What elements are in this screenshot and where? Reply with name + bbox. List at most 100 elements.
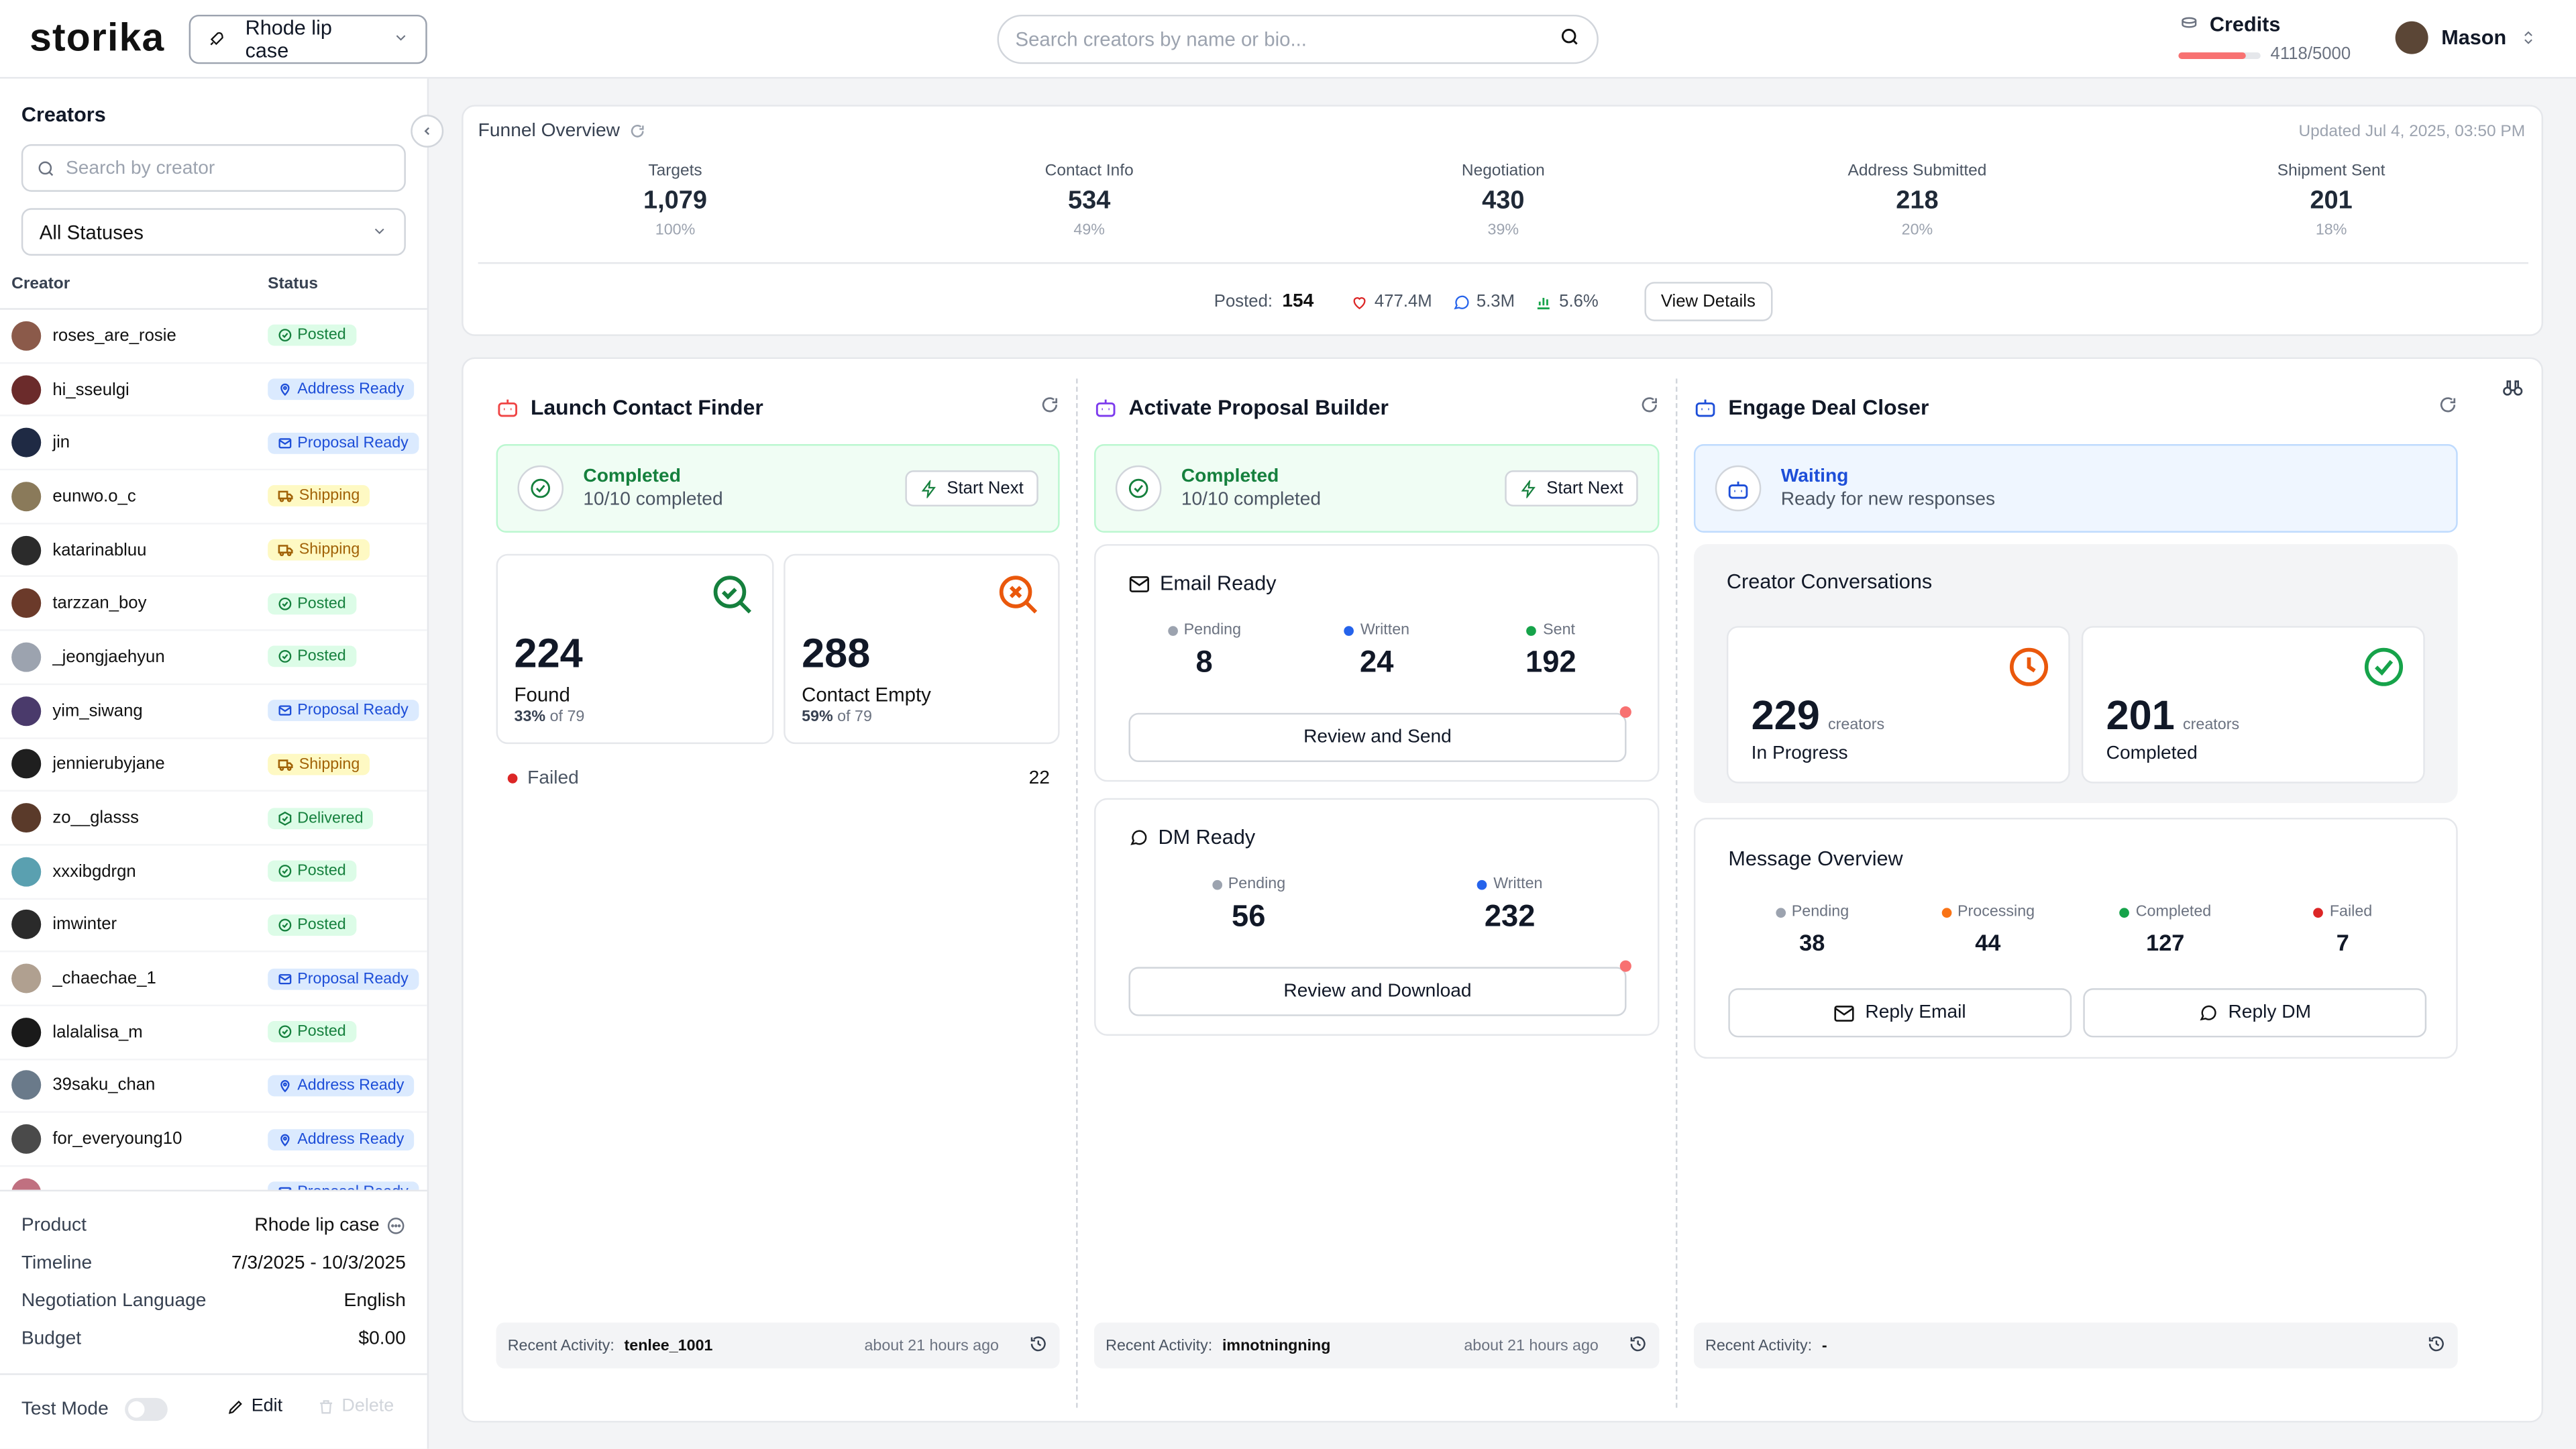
more-circle-icon[interactable]	[386, 1216, 406, 1236]
creator-avatar	[11, 482, 42, 511]
dm-ready-title: DM Ready	[1128, 826, 1255, 849]
rocket-icon	[210, 32, 223, 46]
creator-row[interactable]: _jeongjaehyun Posted	[0, 631, 427, 685]
creator-row[interactable]: lalalalisa_m Posted	[0, 1006, 427, 1060]
creator-row[interactable]: jin Proposal Ready	[0, 417, 427, 471]
contact-empty-card[interactable]: 288 Contact Empty 59% of 79	[784, 553, 1060, 745]
sidebar-title: Creators	[21, 103, 106, 127]
completed-count: 201 creators	[2106, 693, 2239, 741]
review-and-download-button[interactable]: Review and Download	[1128, 967, 1627, 1016]
creator-avatar	[11, 857, 42, 886]
funnel-stage[interactable]: Targets 1,079 100%	[544, 162, 807, 239]
info-label: Budget	[21, 1329, 82, 1349]
workflow-board: Launch Contact Finder Completed 10/10 com…	[462, 357, 2544, 1423]
sidebar-search-input[interactable]: Search by creator	[21, 144, 406, 192]
funnel-stage[interactable]: Negotiation 430 39%	[1372, 162, 1635, 239]
failed-row[interactable]: Failed 22	[507, 769, 1050, 788]
chevron-left-icon	[424, 127, 430, 136]
edit-button[interactable]: Edit	[227, 1396, 282, 1416]
status-subtitle: 10/10 completed	[1181, 490, 1322, 510]
in-progress-label: In Progress	[1751, 744, 1848, 764]
refresh-icon[interactable]	[1640, 394, 1659, 419]
column-header-status[interactable]: Status	[268, 275, 318, 293]
start-next-label: Start Next	[1546, 478, 1623, 498]
email-pending: Pending 8	[1122, 621, 1287, 680]
search-icon[interactable]	[1559, 26, 1580, 52]
creator-row[interactable]: eunwo.o_c Shipping	[0, 470, 427, 525]
pending-dot	[1212, 879, 1222, 890]
status-title: Completed	[583, 467, 681, 487]
creator-row[interactable]: tarzzan_boy Posted	[0, 578, 427, 631]
user-menu[interactable]: Mason	[2395, 21, 2536, 54]
reply-email-button[interactable]: Reply Email	[1728, 988, 2072, 1038]
refresh-icon[interactable]	[2438, 394, 2457, 419]
start-next-button[interactable]: Start Next	[1505, 470, 1638, 506]
info-value: 7/3/2025 - 10/3/2025	[231, 1253, 406, 1274]
test-mode-toggle[interactable]	[125, 1397, 168, 1421]
reply-dm-button[interactable]: Reply DM	[2083, 988, 2427, 1038]
creator-row[interactable]: yim_siwang Proposal Ready	[0, 685, 427, 739]
review-and-send-button[interactable]: Review and Send	[1128, 712, 1627, 762]
history-icon[interactable]	[1628, 1333, 1648, 1358]
status-text: Proposal Ready	[297, 433, 409, 452]
storika-logo[interactable]: storika	[30, 16, 164, 62]
msg-processing: Processing 44	[1914, 903, 2061, 955]
recent-activity: Recent Activity: -	[1693, 1322, 2458, 1368]
history-icon[interactable]	[1028, 1333, 1048, 1358]
creator-name: jin	[52, 433, 70, 453]
status-title: Waiting	[1780, 467, 1849, 487]
funnel-stage[interactable]: Contact Info 534 49%	[958, 162, 1221, 239]
view-details-button[interactable]: View Details	[1644, 282, 1772, 321]
creator-row[interactable]: xxxibgdrgn Posted	[0, 845, 427, 900]
activity-time: about 21 hours ago	[864, 1336, 999, 1355]
info-label: Product	[21, 1216, 87, 1236]
start-next-button[interactable]: Start Next	[906, 470, 1038, 506]
status-badge: Address Ready	[268, 1128, 415, 1150]
campaign-name: Rhode lip case	[245, 16, 332, 62]
sidebar-search-placeholder: Search by creator	[65, 158, 215, 178]
divider	[478, 262, 2529, 264]
creator-row[interactable]: zo__glasss Delivered	[0, 792, 427, 846]
creator-row[interactable]: for_everyoung10 Address Ready	[0, 1114, 427, 1167]
creator-row[interactable]: Proposal Ready	[0, 1167, 427, 1190]
likes-metric: 477.4M	[1350, 292, 1432, 311]
history-icon[interactable]	[2426, 1333, 2446, 1358]
refresh-icon[interactable]	[1040, 394, 1059, 419]
pencil-icon	[228, 1399, 242, 1413]
creator-row[interactable]: 39saku_chan Address Ready	[0, 1060, 427, 1114]
creator-row[interactable]: _chaechae_1 Proposal Ready	[0, 953, 427, 1006]
creator-row[interactable]: roses_are_rosie Posted	[0, 310, 427, 364]
stat-value: 127	[2146, 929, 2185, 956]
status-filter-select[interactable]: All Statuses	[21, 208, 406, 256]
funnel-stage[interactable]: Shipment Sent 201 18%	[2200, 162, 2463, 239]
campaign-selector[interactable]: Rhode lip case	[189, 14, 427, 64]
creator-avatar	[11, 642, 42, 672]
failed-dot	[2313, 907, 2324, 917]
lightning-icon	[922, 479, 936, 498]
creator-search-input[interactable]: Search creators by name or bio...	[997, 14, 1599, 64]
creator-row[interactable]: hi_sseulgi Address Ready	[0, 364, 427, 417]
dm-written: Written 232	[1428, 875, 1592, 934]
status-icon	[278, 703, 292, 718]
creator-row[interactable]: imwinter Posted	[0, 899, 427, 953]
empty-sub: 59% of 79	[802, 708, 872, 726]
delete-button[interactable]: Delete	[317, 1396, 394, 1416]
completed-card[interactable]: 201 creators Completed	[2081, 626, 2425, 784]
found-card[interactable]: 224 Found 33% of 79	[496, 553, 774, 745]
in-progress-card[interactable]: 229 creators In Progress	[1726, 626, 2070, 784]
credits-widget[interactable]: Credits 4118/5000	[2178, 13, 2375, 69]
creator-avatar	[11, 1071, 42, 1101]
pending-dot	[1167, 625, 1177, 635]
likes-value: 477.4M	[1374, 291, 1432, 312]
creator-row[interactable]: katarinabluu Shipping	[0, 524, 427, 578]
activity-user[interactable]: tenlee_1001	[625, 1336, 713, 1354]
stat-label: Completed	[2135, 903, 2212, 921]
refresh-icon[interactable]	[630, 123, 646, 139]
collapse-sidebar-button[interactable]	[411, 115, 444, 148]
column-header-creator[interactable]: Creator	[11, 275, 70, 293]
creator-row[interactable]: jennierubyjane Shipping	[0, 739, 427, 792]
funnel-stage[interactable]: Address Submitted 218 20%	[1786, 162, 2049, 239]
check-circle-icon	[1115, 465, 1162, 512]
activity-user[interactable]: imnotningning	[1222, 1336, 1331, 1354]
binoculars-icon[interactable]	[2502, 378, 2524, 401]
